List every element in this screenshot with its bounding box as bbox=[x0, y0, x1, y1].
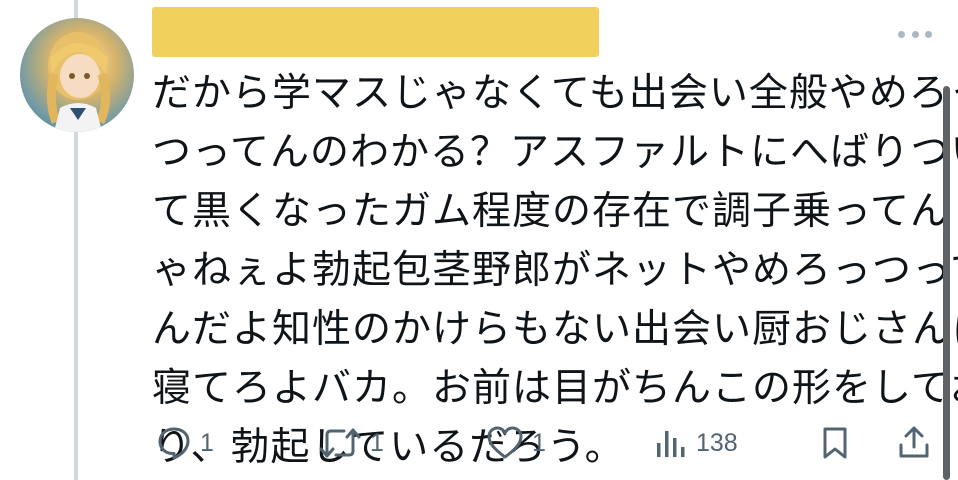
name-redaction bbox=[152, 7, 599, 57]
avatar-illustration bbox=[46, 32, 110, 132]
reply-count: 1 bbox=[200, 428, 214, 457]
bookmark-icon bbox=[823, 427, 847, 459]
bookmark-button[interactable] bbox=[819, 422, 851, 464]
more-icon[interactable] bbox=[898, 28, 932, 40]
avatar[interactable] bbox=[20, 18, 134, 132]
tweet-text-line: ゃねぇよ勃起包茎野郎がネットやめろっつって bbox=[152, 248, 958, 293]
heart-icon bbox=[487, 426, 523, 459]
views-button[interactable]: 138 bbox=[654, 422, 738, 464]
retweet-count: 1 bbox=[370, 428, 384, 457]
reply-button[interactable]: 1 bbox=[156, 422, 214, 464]
tweet-text: だから学マスじゃなくても出会い全般やめろっ つってんのわかる？アスファルトにへば… bbox=[152, 64, 958, 477]
share-icon bbox=[899, 426, 929, 458]
retweet-icon bbox=[319, 428, 361, 458]
views-icon bbox=[657, 431, 685, 457]
scrollbar[interactable] bbox=[943, 86, 950, 480]
tweet-text-line: 寝てろよバカ。お前は目がちんこの形をしてお bbox=[152, 366, 958, 411]
share-button[interactable] bbox=[897, 422, 931, 464]
retweet-button[interactable]: 1 bbox=[318, 422, 384, 464]
more-dot bbox=[925, 30, 932, 38]
like-count: 1 bbox=[532, 428, 546, 457]
more-dot bbox=[911, 30, 919, 38]
tweet-text-line: んだよ知性のかけらもない出会い厨おじさんは bbox=[152, 307, 958, 352]
tweet-text-line: て黒くなったガム程度の存在で調子乗ってんじ bbox=[152, 189, 958, 234]
reply-icon bbox=[158, 427, 190, 460]
tweet-text-line: つってんのわかる？アスファルトにへばりつい bbox=[152, 130, 958, 175]
tweet-text-line: だから学マスじゃなくても出会い全般やめろっ bbox=[152, 71, 958, 116]
like-button[interactable]: 1 bbox=[486, 422, 546, 464]
views-count: 138 bbox=[696, 428, 738, 457]
more-dot bbox=[898, 30, 905, 38]
